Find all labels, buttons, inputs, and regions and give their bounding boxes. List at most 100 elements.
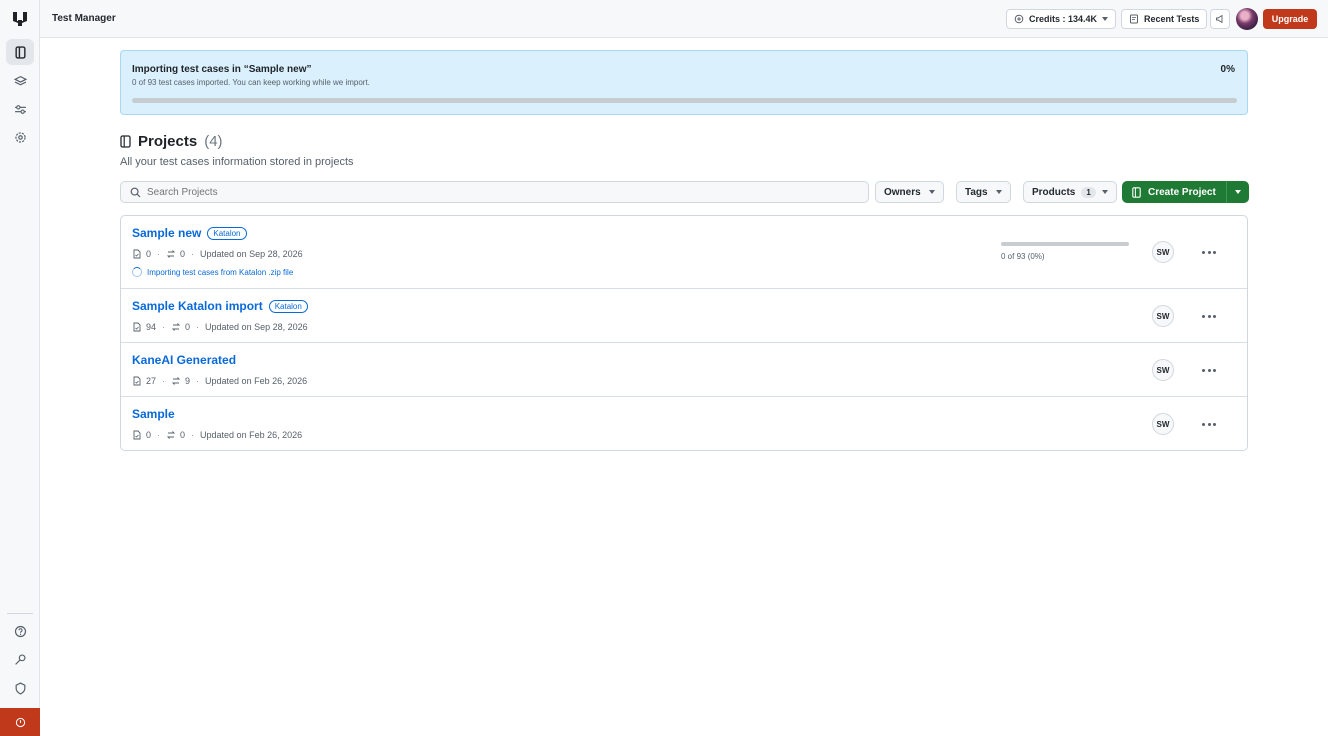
layers-icon[interactable]	[6, 68, 34, 94]
import-status: Importing test cases from Katalon .zip f…	[132, 267, 293, 277]
help-icon[interactable]	[6, 618, 34, 644]
project-name[interactable]: KaneAI Generated	[132, 353, 236, 367]
project-row[interactable]: Sample new Katalon 0 · 0 · Updated on Se…	[121, 216, 1247, 288]
more-options-icon[interactable]	[1199, 363, 1219, 377]
user-avatar[interactable]	[1236, 8, 1258, 30]
top-bar: Test Manager Credits : 134.4K Recent Tes…	[40, 0, 1328, 38]
credits-button[interactable]: Credits : 134.4K	[1006, 9, 1117, 29]
recent-tests-label: Recent Tests	[1144, 14, 1200, 24]
updated-date: Updated on Feb 26, 2026	[200, 430, 303, 440]
search-box[interactable]	[120, 181, 869, 203]
updated-date: Updated on Sep 28, 2026	[200, 249, 303, 259]
project-meta: 94 · 0 · Updated on Sep 28, 2026	[132, 322, 308, 332]
create-project-dropdown[interactable]	[1227, 190, 1249, 194]
project-row[interactable]: KaneAI Generated 27 · 9 · Updated on Feb…	[121, 342, 1247, 396]
credits-label: Credits : 134.4K	[1029, 14, 1098, 24]
project-name-line: Sample	[132, 407, 175, 421]
project-tag: Katalon	[207, 226, 247, 240]
megaphone-icon	[1216, 14, 1223, 24]
project-list: Sample new Katalon 0 · 0 · Updated on Se…	[120, 215, 1248, 451]
test-case-count: 0	[146, 249, 152, 259]
project-meta: 0 · 0 · Updated on Feb 26, 2026	[132, 430, 302, 440]
search-input[interactable]	[147, 186, 747, 198]
page-subtitle: All your test cases information stored i…	[120, 156, 354, 168]
test-run-icon	[166, 250, 176, 258]
owners-filter[interactable]: Owners	[875, 181, 944, 203]
chevron-down-icon	[1101, 190, 1108, 194]
import-banner: Importing test cases in “Sample new” 0 o…	[120, 50, 1248, 115]
project-name-line: KaneAI Generated	[132, 353, 236, 367]
projects-count: (4)	[204, 133, 223, 150]
loading-spinner-icon	[132, 267, 142, 277]
power-icon	[15, 717, 25, 727]
project-name-line: Sample new Katalon	[132, 226, 247, 240]
project-meta: 0 · 0 · Updated on Sep 28, 2026	[132, 249, 303, 259]
separator-dot: ·	[162, 376, 166, 386]
test-run-icon	[171, 323, 181, 331]
tags-filter[interactable]: Tags	[956, 181, 1011, 203]
separator-dot: ·	[157, 430, 161, 440]
test-case-icon	[133, 322, 141, 332]
search-icon	[130, 187, 141, 197]
import-progress-bar	[132, 98, 1237, 103]
project-name[interactable]: Sample Katalon import	[132, 299, 263, 313]
row-progress-text: 0 of 93 (0%)	[1001, 252, 1045, 261]
products-count-badge: 1	[1081, 186, 1096, 198]
project-name[interactable]: Sample new	[132, 226, 201, 240]
test-case-count: 94	[146, 322, 157, 332]
sidebar	[0, 0, 40, 736]
separator-dot: ·	[196, 322, 200, 332]
projects-icon	[1132, 186, 1141, 198]
project-row[interactable]: Sample 0 · 0 · Updated on Feb 26, 2026 S…	[121, 396, 1247, 450]
separator-dot: ·	[191, 249, 195, 259]
owner-avatar[interactable]: SW	[1152, 305, 1174, 327]
import-status-text: Importing test cases from Katalon .zip f…	[147, 267, 294, 277]
recent-tests-button[interactable]: Recent Tests	[1121, 9, 1208, 29]
owner-avatar[interactable]: SW	[1152, 413, 1174, 435]
projects-icon	[120, 135, 131, 148]
test-run-icon	[166, 431, 176, 439]
banner-percent: 0%	[1220, 64, 1235, 75]
owner-avatar[interactable]: SW	[1152, 359, 1174, 381]
key-icon[interactable]	[6, 646, 34, 672]
project-name[interactable]: Sample	[132, 407, 175, 421]
row-progress-bar	[1001, 242, 1129, 246]
project-tag: Katalon	[268, 299, 308, 313]
sidebar-divider	[7, 613, 33, 614]
create-project-button[interactable]: Create Project	[1122, 181, 1227, 203]
test-run-count: 0	[180, 430, 186, 440]
more-options-icon[interactable]	[1199, 417, 1219, 431]
owner-avatar[interactable]: SW	[1152, 241, 1174, 263]
row-progress: 0 of 93 (0%)	[1001, 242, 1129, 261]
updated-date: Updated on Sep 28, 2026	[205, 322, 308, 332]
test-case-icon	[133, 249, 141, 259]
recent-tests-icon	[1130, 14, 1138, 24]
separator-dot: ·	[196, 376, 200, 386]
app-title: Test Manager	[52, 13, 116, 24]
credits-icon	[1014, 14, 1024, 24]
owners-filter-label: Owners	[884, 186, 921, 198]
gear-icon[interactable]	[6, 124, 34, 150]
create-project-label: Create Project	[1148, 186, 1216, 198]
test-case-count: 0	[146, 430, 152, 440]
shield-icon[interactable]	[6, 675, 34, 701]
projects-icon[interactable]	[6, 39, 34, 65]
test-case-icon	[133, 376, 141, 386]
more-options-icon[interactable]	[1199, 245, 1219, 259]
chevron-down-icon	[995, 190, 1002, 194]
chevron-down-icon	[928, 190, 935, 194]
project-row[interactable]: Sample Katalon import Katalon 94 · 0 · U…	[121, 288, 1247, 342]
power-button[interactable]	[0, 708, 40, 736]
chevron-down-icon	[1235, 190, 1241, 194]
settings-sliders-icon[interactable]	[6, 96, 34, 122]
banner-subtitle: 0 of 93 test cases imported. You can kee…	[132, 78, 370, 87]
announcements-button[interactable]	[1210, 9, 1230, 29]
page-title: Projects	[138, 133, 198, 150]
separator-dot: ·	[157, 249, 161, 259]
project-meta: 27 · 9 · Updated on Feb 26, 2026	[132, 376, 307, 386]
upgrade-button[interactable]: Upgrade	[1263, 9, 1317, 29]
products-filter[interactable]: Products 1	[1023, 181, 1117, 203]
test-run-count: 9	[185, 376, 191, 386]
more-options-icon[interactable]	[1199, 309, 1219, 323]
app-logo[interactable]	[11, 10, 29, 28]
